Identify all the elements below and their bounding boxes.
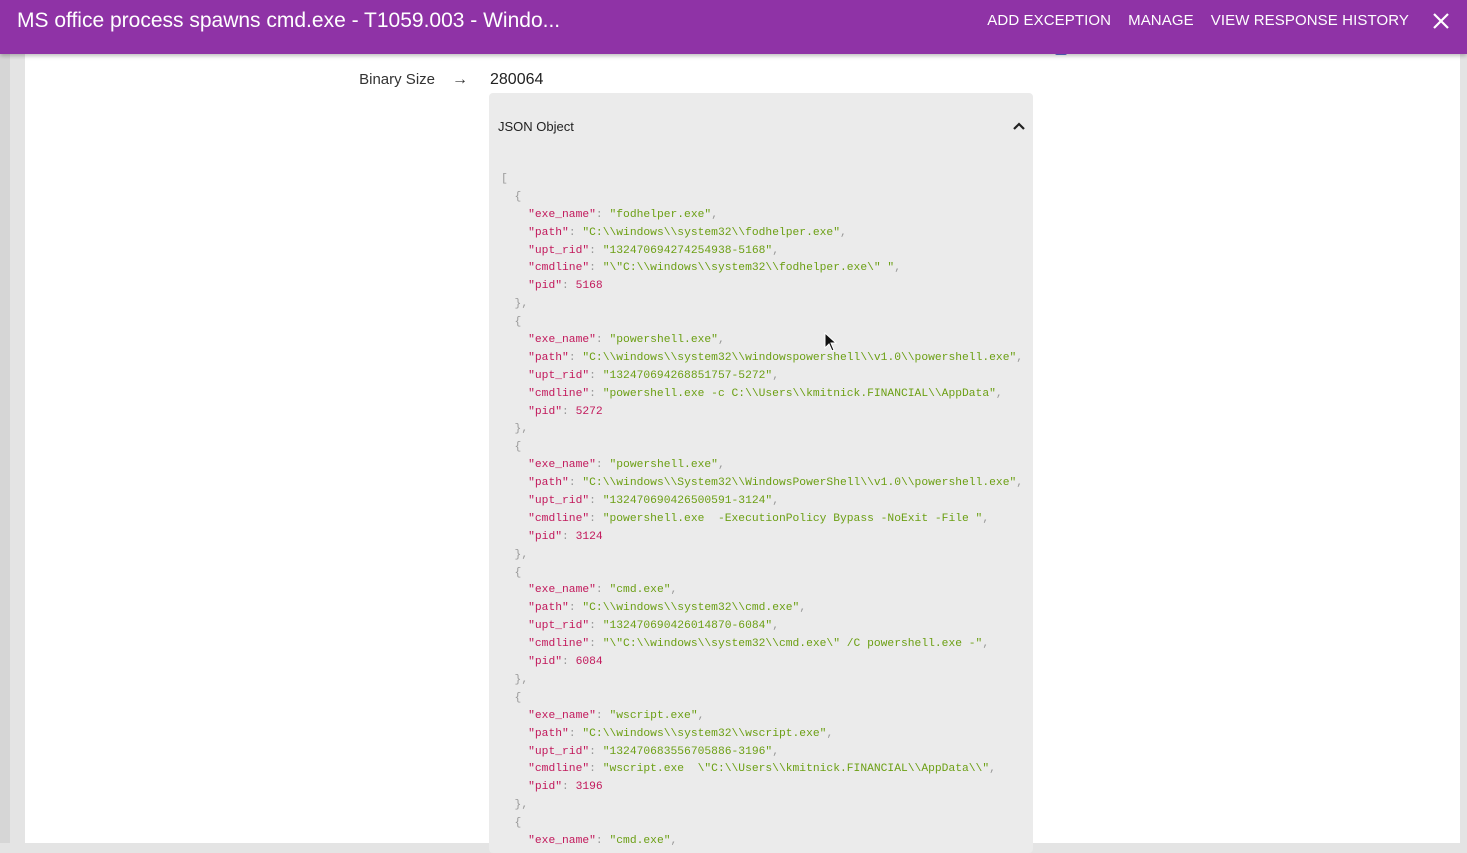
json-open-bracket: [ (501, 173, 508, 185)
json-entry-path: "path": "C:\\windows\\system32\\cmd.exe"… (528, 602, 807, 615)
json-entry-path: "path": "C:\\windows\\system32\\windowsp… (528, 351, 1023, 364)
json-code-block: [ { "exe_name": "fodhelper.exe", "path":… (501, 171, 1023, 851)
json-entry-exe-name: "exe_name": "wscript.exe", (528, 709, 705, 722)
json-entry-cmdline: "cmdline": "powershell.exe -c C:\\Users\… (528, 387, 1003, 400)
chevron-up-icon[interactable] (1012, 121, 1026, 131)
binary-size-label: Binary Size (359, 71, 435, 88)
json-entry-upt-rid: "upt_rid": "132470694268851757-5272", (528, 369, 779, 382)
manage-button[interactable]: MANAGE (1128, 12, 1194, 30)
json-entry-pid: "pid": 6084 (528, 656, 603, 669)
add-exception-button[interactable]: ADD EXCEPTION (987, 12, 1111, 30)
json-entry-upt-rid: "upt_rid": "132470690426014870-6084", (528, 620, 779, 633)
json-entry-exe-name: "exe_name": "cmd.exe", (528, 834, 678, 847)
json-entry-path: "path": "C:\\windows\\System32\\WindowsP… (528, 477, 1023, 490)
json-entry-pid: "pid": 5168 (528, 280, 603, 293)
json-object-open: { (501, 817, 522, 830)
alert-detail-panel: Binary Size → 280064 JSON Object [ { "ex… (25, 0, 1460, 853)
json-object-open: { (501, 566, 522, 579)
alert-title: MS office process spawns cmd.exe - T1059… (17, 9, 561, 32)
json-entry-cmdline: "cmdline": "wscript.exe \"C:\\Users\\kmi… (528, 763, 996, 776)
json-object-toggle[interactable]: JSON Object (489, 93, 1033, 159)
json-entry-pid: "pid": 3124 (528, 530, 603, 543)
json-object-open: { (501, 190, 522, 203)
window-scroll-rail[interactable] (0, 0, 10, 843)
json-entry-exe-name: "exe_name": "fodhelper.exe", (528, 208, 718, 221)
json-entry-path: "path": "C:\\windows\\system32\\wscript.… (528, 727, 834, 740)
arrow-icon: → (452, 71, 468, 88)
json-entry-upt-rid: "upt_rid": "132470683556705886-3196", (528, 745, 779, 758)
json-entry-cmdline: "cmdline": "\"C:\\windows\\system32\\fod… (528, 262, 901, 275)
json-entry-cmdline: "cmdline": "\"C:\\windows\\system32\\cmd… (528, 638, 990, 651)
json-entry-exe-name: "exe_name": "cmd.exe", (528, 584, 678, 597)
json-entry-exe-name: "exe_name": "powershell.exe", (528, 459, 725, 472)
json-object-close: }, (501, 423, 529, 436)
json-entry-pid: "pid": 3196 (528, 781, 603, 794)
json-object-close: }, (501, 548, 529, 561)
json-entry-exe-name: "exe_name": "powershell.exe", (528, 334, 725, 347)
json-entry-path: "path": "C:\\windows\\system32\\fodhelpe… (528, 226, 847, 239)
json-object-close: }, (501, 673, 529, 686)
json-object-panel: JSON Object [ { "exe_name": "fodhelper.e… (489, 93, 1033, 853)
binary-size-value: 280064 (490, 71, 544, 88)
json-object-open: { (501, 441, 522, 454)
json-entry-upt-rid: "upt_rid": "132470690426500591-3124", (528, 495, 779, 508)
alert-header: MS office process spawns cmd.exe - T1059… (0, 0, 1467, 54)
json-entry-pid: "pid": 5272 (528, 405, 603, 418)
json-object-close: }, (501, 799, 529, 812)
mouse-cursor-icon (824, 332, 838, 352)
close-icon[interactable] (1430, 10, 1452, 32)
json-entry-upt-rid: "upt_rid": "132470694274254938-5168", (528, 244, 779, 257)
json-entry-cmdline: "cmdline": "powershell.exe -ExecutionPol… (528, 512, 990, 525)
json-object-open: { (501, 691, 522, 704)
header-actions: ADD EXCEPTION MANAGE VIEW RESPONSE HISTO… (987, 12, 1409, 30)
view-response-history-button[interactable]: VIEW RESPONSE HISTORY (1211, 12, 1409, 30)
json-object-title: JSON Object (498, 119, 574, 134)
json-object-close: }, (501, 298, 529, 311)
json-object-open: { (501, 316, 522, 329)
